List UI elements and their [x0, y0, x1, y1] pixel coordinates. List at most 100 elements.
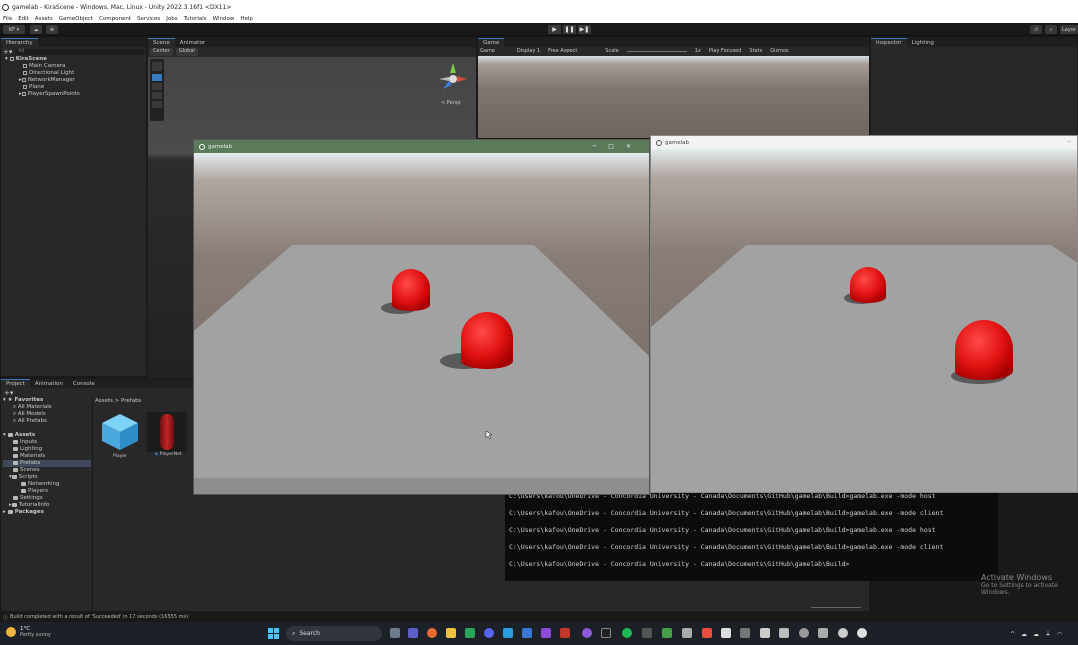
rotate-tool-icon[interactable] — [152, 83, 162, 90]
windows-start-icon[interactable] — [268, 628, 279, 639]
task-view-icon[interactable] — [390, 628, 400, 638]
app-icon[interactable] — [503, 628, 513, 638]
app-icon[interactable] — [760, 628, 770, 638]
search-icon[interactable]: ⌕ — [1045, 25, 1057, 34]
game-mode-dropdown[interactable]: Game — [480, 48, 495, 54]
wifi-icon[interactable]: ◠ — [1057, 631, 1068, 638]
menu-help[interactable]: Help — [240, 16, 253, 22]
tree-fav-models[interactable]: ⌕ All Models — [3, 411, 91, 418]
teams-icon[interactable] — [408, 628, 418, 638]
play-mode-dropdown[interactable]: Play Focused — [709, 48, 742, 54]
menu-tutorials[interactable]: Tutorials — [184, 16, 207, 22]
game-window-client[interactable]: gamelab ─ — [650, 135, 1078, 493]
tree-folder-scripts[interactable]: ▾ Scripts — [3, 474, 91, 481]
tree-fav-materials[interactable]: ⌕ All Materials — [3, 404, 91, 411]
play-button[interactable]: ▶ — [548, 25, 561, 34]
game-viewport[interactable] — [478, 56, 869, 138]
tab-animator[interactable]: Animator — [175, 38, 210, 47]
game-render-client[interactable] — [651, 149, 1078, 493]
firefox-icon[interactable] — [427, 628, 437, 638]
tree-item-playerspawnpoints[interactable]: ▸ PlayerSpawnPoints — [5, 91, 145, 98]
space-dropdown[interactable]: Global — [175, 48, 198, 56]
app-icon[interactable] — [702, 628, 712, 638]
collab-icon[interactable]: ⊕ — [46, 25, 58, 34]
terminal-icon[interactable] — [601, 628, 611, 638]
menu-component[interactable]: Component — [99, 16, 131, 22]
tree-folder-networking[interactable]: Networking — [3, 481, 91, 488]
tab-scene[interactable]: Scene — [148, 38, 175, 47]
aspect-dropdown[interactable]: Free Aspect — [548, 48, 577, 54]
tree-folder-lighting[interactable]: Lighting — [3, 446, 91, 453]
tree-item-main-camera[interactable]: Main Camera — [5, 63, 145, 70]
tab-console[interactable]: Console — [68, 379, 100, 388]
stats-button[interactable]: Stats — [749, 48, 762, 54]
tree-folder-inputs[interactable]: Inputs — [3, 439, 91, 446]
app-icon[interactable] — [582, 628, 592, 638]
tree-folder-tutorialinfo[interactable]: ▸ TutorialInfo — [3, 502, 91, 509]
chevron-up-icon[interactable]: ^ — [1010, 631, 1021, 638]
game-render-host[interactable] — [194, 153, 650, 495]
unity-hub-icon[interactable] — [721, 628, 731, 638]
tree-folder-scenes[interactable]: Scenes — [3, 467, 91, 474]
scale-slider[interactable] — [626, 50, 687, 52]
tree-fav-prefabs[interactable]: ⌕ All Prefabs — [3, 418, 91, 425]
gizmos-button[interactable]: Gizmos — [770, 48, 788, 54]
app-icon[interactable] — [740, 628, 750, 638]
discord-icon[interactable] — [484, 628, 494, 638]
cloud-icon[interactable]: ☁ — [30, 25, 42, 34]
scene-gizmo-icon[interactable] — [433, 59, 473, 99]
menu-services[interactable]: Services — [137, 16, 160, 22]
display-dropdown[interactable]: Display 1 — [517, 48, 540, 54]
asset-player[interactable]: Player — [99, 412, 141, 459]
tree-scene-kirascene[interactable]: ▾ KiraScene — [5, 56, 145, 63]
tree-folder-settings[interactable]: Settings — [3, 495, 91, 502]
menu-file[interactable]: File — [3, 16, 12, 22]
tree-assets[interactable]: ▾ Assets — [3, 432, 91, 439]
tab-project[interactable]: Project — [1, 379, 30, 388]
weather-widget[interactable]: 1°C Partly sunny — [6, 626, 51, 638]
tab-lighting[interactable]: Lighting — [907, 38, 939, 47]
menu-assets[interactable]: Assets — [35, 16, 53, 22]
app-icon[interactable] — [560, 628, 570, 638]
visual-studio-icon[interactable] — [541, 628, 551, 638]
tree-item-networkmanager[interactable]: ▸ NetworkManager — [5, 77, 145, 84]
rect-tool-icon[interactable] — [152, 101, 162, 108]
minimize-icon[interactable]: ─ — [1067, 139, 1071, 146]
app-icon[interactable] — [465, 628, 475, 638]
maximize-icon[interactable]: □ — [608, 143, 626, 150]
pivot-dropdown[interactable]: Center — [150, 48, 173, 56]
breadcrumb-assets[interactable]: Assets — [95, 398, 113, 404]
tree-folder-players[interactable]: Players — [3, 488, 91, 495]
layers-dropdown[interactable]: Layer — [1060, 25, 1078, 34]
menu-gameobject[interactable]: GameObject — [59, 16, 93, 22]
tab-game[interactable]: Game — [478, 38, 505, 47]
tree-folder-materials[interactable]: Materials — [3, 453, 91, 460]
app-icon[interactable] — [779, 628, 789, 638]
menu-jobs[interactable]: Jobs — [166, 16, 177, 22]
status-message[interactable]: Build completed with a result of 'Succee… — [10, 614, 188, 620]
tree-favorites[interactable]: ▾ ★ Favorites — [3, 397, 91, 404]
game-window-host[interactable]: gamelab ─□✕ — [193, 139, 650, 495]
tab-inspector[interactable]: Inspector — [871, 38, 907, 47]
persp-label[interactable]: < Persp — [441, 100, 461, 106]
minimize-icon[interactable]: ─ — [593, 143, 609, 150]
tree-folder-prefabs[interactable]: Prefabs — [3, 460, 91, 467]
cloud-icon[interactable]: ☁ — [1021, 631, 1033, 638]
tree-item-plane[interactable]: Plane — [5, 84, 145, 91]
app-icon[interactable] — [662, 628, 672, 638]
tree-packages[interactable]: ▸ Packages — [3, 509, 91, 516]
command-prompt-window[interactable]: C:\Users\kafou\OneDrive - Concordia Univ… — [505, 486, 998, 581]
app-icon[interactable] — [682, 628, 692, 638]
step-button[interactable]: ▶❚ — [578, 25, 591, 34]
pause-button[interactable]: ❚❚ — [563, 25, 576, 34]
taskbar-search-input[interactable]: ⌕ Search — [286, 626, 382, 641]
game-icon[interactable] — [838, 628, 848, 638]
tab-hierarchy[interactable]: Hierarchy — [1, 38, 38, 47]
app-icon[interactable] — [799, 628, 809, 638]
spotify-icon[interactable] — [622, 628, 632, 638]
file-explorer-icon[interactable] — [446, 628, 456, 638]
move-tool-icon[interactable] — [152, 74, 162, 81]
menu-edit[interactable]: Edit — [18, 16, 29, 22]
zoom-slider[interactable] — [811, 607, 861, 608]
account-button[interactable]: KF ▾ — [3, 25, 25, 34]
